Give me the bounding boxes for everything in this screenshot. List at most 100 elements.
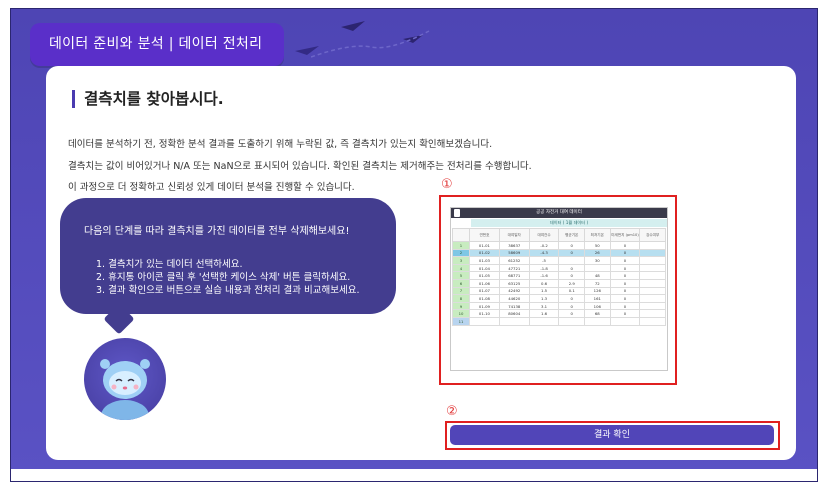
table-cell[interactable]: 0.1 — [558, 286, 586, 296]
table-cell[interactable]: 42492 — [498, 286, 530, 296]
table-cell[interactable]: 0 — [558, 271, 586, 280]
table-cell[interactable]: 47721 — [498, 263, 530, 273]
table-cell[interactable]: 38637 — [498, 241, 530, 250]
table-cell[interactable]: -1.6 — [528, 271, 560, 280]
table-row-empty[interactable]: 11 — [451, 316, 666, 326]
table-cell[interactable] — [639, 256, 666, 265]
table-cell[interactable]: 01-10 — [469, 309, 500, 318]
table-cell[interactable] — [498, 316, 530, 326]
table-cell[interactable]: 0 — [609, 309, 641, 318]
table-cell[interactable] — [558, 256, 586, 265]
table-cell[interactable] — [639, 241, 666, 250]
table-cell[interactable] — [558, 316, 586, 326]
row-index-cell[interactable]: 7 — [451, 286, 471, 296]
table-cell[interactable]: 01-08 — [469, 294, 500, 303]
table-row[interactable]: 3 01-03 61252 -5 30 0 — [451, 256, 666, 265]
table-cell[interactable]: 0 — [558, 301, 586, 311]
table-cell[interactable]: 30 — [584, 256, 611, 265]
table-cell[interactable]: 01-03 — [469, 256, 500, 265]
column-header[interactable]: 강수여부 — [639, 228, 666, 242]
table-cell[interactable]: 126 — [584, 286, 611, 296]
column-header[interactable]: 평균기온 — [558, 228, 586, 242]
table-cell[interactable]: 58609 — [498, 248, 530, 258]
row-index-cell[interactable]: 4 — [451, 263, 471, 273]
table-cell[interactable] — [639, 316, 666, 326]
row-index-cell[interactable]: 5 — [451, 271, 471, 280]
table-cell[interactable] — [639, 294, 666, 303]
table-cell[interactable]: 68 — [584, 309, 611, 318]
row-index-cell[interactable]: 9 — [451, 301, 471, 311]
table-cell[interactable]: 2.9 — [558, 278, 586, 288]
table-cell[interactable]: 161 — [584, 294, 611, 303]
column-header[interactable]: 대여일자 — [498, 228, 530, 242]
row-index-cell[interactable]: 8 — [451, 294, 471, 303]
table-cell[interactable]: 63125 — [498, 278, 530, 288]
table-cell[interactable]: 80604 — [498, 309, 530, 318]
table-cell[interactable] — [639, 263, 666, 273]
table-cell[interactable]: 0 — [558, 263, 586, 273]
table-cell[interactable]: 1.6 — [528, 309, 560, 318]
confirm-result-button[interactable]: 결과 확인 — [450, 425, 774, 445]
table-cell[interactable]: 01-05 — [469, 271, 500, 280]
row-index-cell[interactable]: 3 — [451, 256, 471, 265]
table-cell[interactable]: 0 — [609, 248, 641, 258]
table-cell[interactable]: 0.6 — [528, 278, 560, 288]
table-cell[interactable]: 0 — [609, 256, 641, 265]
row-index-cell[interactable]: 6 — [451, 278, 471, 288]
table-cell[interactable]: -1.8 — [528, 263, 560, 273]
table-cell[interactable]: 72 — [584, 278, 611, 288]
table-cell[interactable]: 01-04 — [469, 263, 500, 273]
table-cell[interactable]: 0 — [609, 241, 641, 250]
table-cell[interactable]: 0 — [609, 278, 641, 288]
column-header[interactable]: 최저기온 — [584, 228, 611, 242]
table-row[interactable]: 6 01-06 63125 0.6 2.9 72 0 — [451, 278, 666, 288]
table-cell[interactable]: 106 — [584, 301, 611, 311]
table-cell[interactable]: 0 — [558, 241, 586, 250]
table-cell[interactable]: -5 — [528, 256, 560, 265]
table-cell[interactable] — [584, 263, 611, 273]
table-cell[interactable]: 50 — [584, 241, 611, 250]
column-header[interactable]: 연번호 — [469, 228, 500, 242]
table-cell[interactable] — [639, 309, 666, 318]
table-cell[interactable] — [639, 271, 666, 280]
table-cell[interactable] — [639, 301, 666, 311]
row-index-cell[interactable]: 10 — [451, 309, 471, 318]
table-cell[interactable]: 26 — [584, 248, 611, 258]
table-cell[interactable]: 68771 — [498, 271, 530, 280]
row-index-cell[interactable]: 11 — [451, 316, 471, 326]
table-row[interactable]: 2 01-02 58609 -4.3 0 26 0 — [451, 248, 666, 258]
table-cell[interactable]: 1.3 — [528, 294, 560, 303]
column-header[interactable]: 미세먼지 (pm10) — [609, 228, 641, 242]
table-cell[interactable] — [609, 316, 641, 326]
table-cell[interactable]: 0 — [558, 248, 586, 258]
spreadsheet-preview[interactable]: 공공 자전거 대여 데이터 데이터 ( 1월 데이터 ) 연번호 대여일자 대여… — [450, 207, 668, 371]
row-index-cell[interactable]: 2 — [451, 248, 471, 258]
table-cell[interactable] — [528, 316, 560, 326]
table-cell[interactable]: 44620 — [498, 294, 530, 303]
table-row[interactable]: 5 01-05 68771 -1.6 0 48 0 — [451, 271, 666, 280]
table-cell[interactable]: 0 — [609, 301, 641, 311]
table-cell[interactable]: 0 — [609, 263, 641, 273]
table-row[interactable]: 8 01-08 44620 1.3 0 161 0 — [451, 294, 666, 303]
table-cell[interactable]: 0 — [609, 294, 641, 303]
table-cell[interactable]: 48 — [584, 271, 611, 280]
table-cell[interactable]: 61252 — [498, 256, 530, 265]
table-cell[interactable] — [639, 278, 666, 288]
table-cell[interactable] — [639, 286, 666, 296]
table-row[interactable]: 1 01-01 38637 -0.2 0 50 0 — [451, 241, 666, 250]
table-cell[interactable]: 74138 — [498, 301, 530, 311]
table-cell[interactable]: -0.2 — [528, 241, 560, 250]
table-cell[interactable]: 01-01 — [469, 241, 500, 250]
table-cell[interactable]: 01-07 — [469, 286, 500, 296]
table-cell[interactable]: 0 — [558, 294, 586, 303]
row-index-cell[interactable]: 1 — [451, 241, 471, 250]
table-cell[interactable]: 1.5 — [528, 286, 560, 296]
table-cell[interactable]: 01-06 — [469, 278, 500, 288]
table-row[interactable]: 10 01-10 80604 1.6 0 68 0 — [451, 309, 666, 318]
table-row[interactable]: 7 01-07 42492 1.5 0.1 126 0 — [451, 286, 666, 296]
column-header[interactable]: 대여건수 — [528, 228, 560, 242]
table-cell[interactable]: 0 — [558, 309, 586, 318]
table-row[interactable]: 4 01-04 47721 -1.8 0 0 — [451, 263, 666, 273]
table-cell[interactable] — [469, 316, 500, 326]
table-cell[interactable]: 01-02 — [469, 248, 500, 258]
